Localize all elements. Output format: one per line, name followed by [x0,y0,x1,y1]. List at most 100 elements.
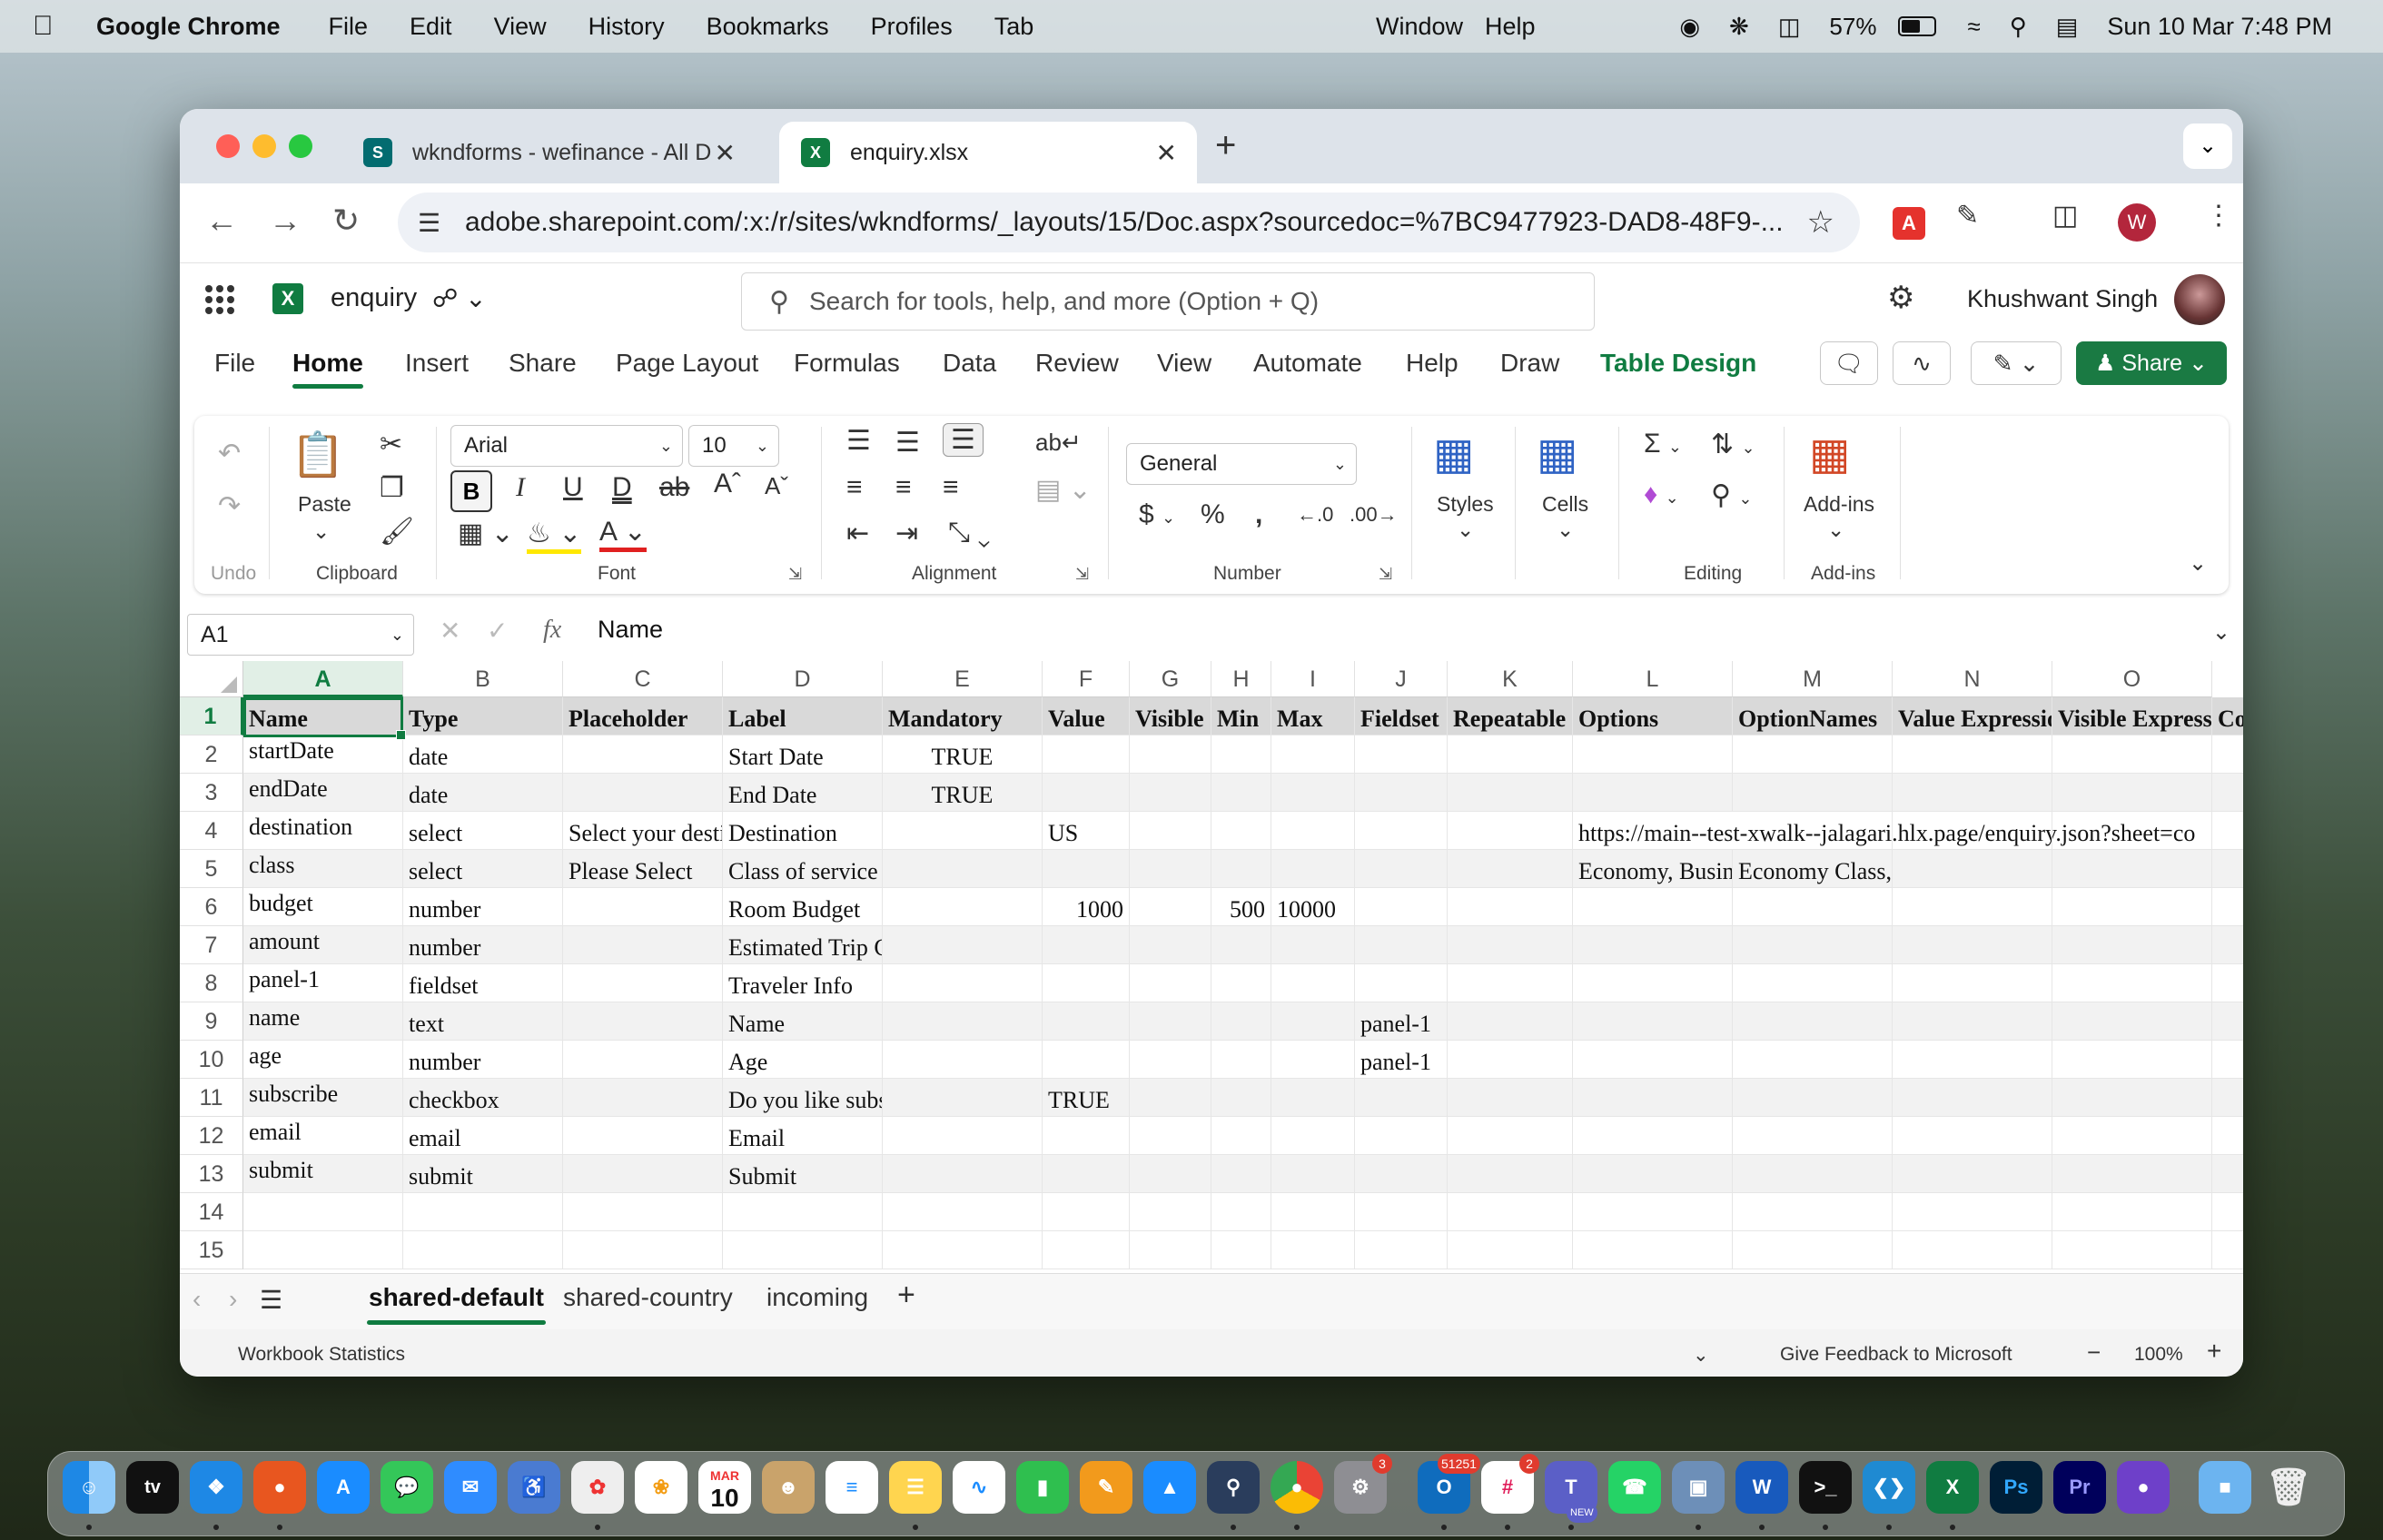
app-menu[interactable]: Google Chrome [96,13,281,41]
cell-l15[interactable] [1573,1231,1733,1269]
cell-g6[interactable] [1130,888,1211,926]
row-header-9[interactable]: 9 [180,1002,243,1041]
cell-k5[interactable] [1448,850,1573,888]
cell-f1[interactable]: Value [1043,697,1130,735]
address-bar[interactable]: ☰ adobe.sharepoint.com/:x:/r/sites/wkndf… [398,192,1860,252]
menu-view[interactable]: View [494,13,547,41]
cell-h2[interactable] [1211,735,1271,774]
whatsapp-icon[interactable]: ☎ [1608,1461,1661,1514]
site-info-icon[interactable]: ☰ [418,208,454,238]
freeform-icon[interactable]: ∿ [953,1461,1005,1514]
zoom-window-button[interactable] [289,134,312,158]
decrease-font-icon[interactable]: Aˇ [765,472,788,500]
menu-tab[interactable]: Tab [994,13,1034,41]
row-header-12[interactable]: 12 [180,1117,243,1155]
cell-c11[interactable] [563,1079,723,1117]
cell-k7[interactable] [1448,926,1573,964]
row-header-8[interactable]: 8 [180,964,243,1002]
firefox-icon[interactable]: ● [253,1461,306,1514]
column-header-l[interactable]: L [1573,661,1733,697]
tab-review[interactable]: Review [1035,349,1119,378]
row-header-4[interactable]: 4 [180,812,243,850]
paste-label[interactable]: Paste [298,492,351,517]
autosave-status-icon[interactable]: ☍ ⌄ [432,283,487,313]
cell-i13[interactable] [1271,1155,1355,1193]
cell-e6[interactable] [883,888,1043,926]
cell-o13[interactable] [2052,1155,2212,1193]
zoom-out-button[interactable]: − [2087,1338,2101,1367]
find-icon[interactable]: ⚲ ⌄ [1711,479,1752,511]
user-name[interactable]: Khushwant Singh [1967,285,2158,313]
cell-b11[interactable]: checkbox [403,1079,563,1117]
addins-icon[interactable]: ▦ [1809,429,1850,479]
cell-i11[interactable] [1271,1079,1355,1117]
cell-m4[interactable] [1733,812,1893,850]
cell-k15[interactable] [1448,1231,1573,1269]
menu-profiles[interactable]: Profiles [871,13,953,41]
cell-p4[interactable] [2212,812,2243,850]
downloads-folder-icon[interactable]: ■ [2199,1461,2251,1514]
cell-l9[interactable] [1573,1002,1733,1041]
cell-g13[interactable] [1130,1155,1211,1193]
cell-h14[interactable] [1211,1193,1271,1231]
cell-j1[interactable]: Fieldset [1355,697,1448,735]
cell-a15[interactable] [243,1231,403,1269]
tab-share[interactable]: Share [509,349,577,378]
cell-o9[interactable] [2052,1002,2212,1041]
tab-file[interactable]: File [214,349,255,378]
forward-button[interactable]: → [269,202,302,240]
cell-c13[interactable] [563,1155,723,1193]
menu-file[interactable]: File [329,13,369,41]
reload-button[interactable]: ↻ [332,202,360,240]
spotlight-icon[interactable]: ⚲ [2010,13,2027,41]
cell-i8[interactable] [1271,964,1355,1002]
cell-i6[interactable]: 10000 [1271,888,1355,926]
cell-k9[interactable] [1448,1002,1573,1041]
cell-d6[interactable]: Room Budget [723,888,883,926]
row-header-5[interactable]: 5 [180,850,243,888]
profile-avatar[interactable]: W [2118,203,2156,242]
cell-j13[interactable] [1355,1155,1448,1193]
cell-o1[interactable]: Visible Expression [2052,697,2212,735]
font-dialog-launcher-icon[interactable]: ⇲ [788,565,802,584]
numbers-icon[interactable]: ▮ [1016,1461,1069,1514]
comma-style-icon[interactable]: , [1255,499,1262,530]
cell-c8[interactable] [563,964,723,1002]
search-box[interactable]: ⚲ Search for tools, help, and more (Opti… [741,272,1595,331]
insert-function-icon[interactable]: fx [543,616,561,645]
cell-f3[interactable] [1043,774,1130,812]
cell-n15[interactable] [1893,1231,2052,1269]
adobe-extension-icon[interactable]: A [1893,207,1925,240]
menu-edit[interactable]: Edit [410,13,452,41]
column-header-g[interactable]: G [1130,661,1211,697]
cell-j8[interactable] [1355,964,1448,1002]
column-header-j[interactable]: J [1355,661,1448,697]
row-header-6[interactable]: 6 [180,888,243,926]
alignment-dialog-launcher-icon[interactable]: ⇲ [1075,565,1089,584]
select-all-corner[interactable] [180,661,243,697]
cell-m15[interactable] [1733,1231,1893,1269]
font-size-select[interactable]: 10 ⌄ [688,425,779,467]
cell-n9[interactable] [1893,1002,2052,1041]
cell-f8[interactable] [1043,964,1130,1002]
cell-e11[interactable] [883,1079,1043,1117]
cell-g14[interactable] [1130,1193,1211,1231]
cell-c5[interactable]: Please Select [563,850,723,888]
number-format-select[interactable]: General ⌄ [1126,443,1357,485]
cell-m8[interactable] [1733,964,1893,1002]
cell-f13[interactable] [1043,1155,1130,1193]
cell-n5[interactable] [1893,850,2052,888]
cell-p15[interactable] [2212,1231,2243,1269]
cell-n12[interactable] [1893,1117,2052,1155]
cell-a10[interactable]: age [243,1041,403,1079]
column-header-h[interactable]: H [1211,661,1271,697]
cell-c14[interactable] [563,1193,723,1231]
all-sheets-icon[interactable]: ☰ [260,1285,282,1315]
align-center-icon[interactable]: ≡ [895,472,912,503]
cell-j14[interactable] [1355,1193,1448,1231]
cell-j9[interactable]: panel-1 [1355,1002,1448,1041]
keynote-icon[interactable]: ▲ [1143,1461,1196,1514]
close-tab-icon[interactable]: ✕ [1156,138,1177,168]
cell-k12[interactable] [1448,1117,1573,1155]
decrease-indent-icon[interactable]: ⇤ [846,518,869,549]
